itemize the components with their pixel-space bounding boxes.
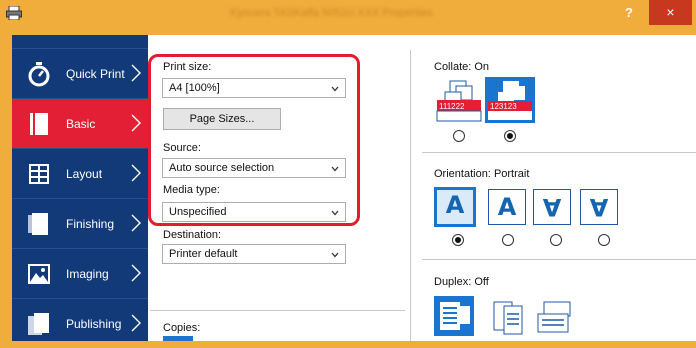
image-icon [28,264,50,284]
collate-off-radio[interactable] [453,130,465,142]
sidebar-item-label: Quick Print [66,67,125,81]
sidebar-item-label: Imaging [66,267,109,281]
sidebar-item-layout[interactable]: Layout [12,148,148,198]
finishing-icon [28,213,48,235]
sidebar: Quick Print Basic Layout Finishing Imagi… [12,35,148,341]
orientation-rotated-portrait-button[interactable]: A [533,189,571,225]
orientation-landscape-button[interactable]: A [488,189,526,225]
sidebar-item-basic[interactable]: Basic [12,98,148,148]
copies-spinner[interactable] [163,336,193,341]
sidebar-item-label: Basic [66,117,96,131]
window-title: Kyocera TASKalfa 5052ci XXX Properties [230,7,433,19]
collate-on-radio[interactable] [504,130,516,142]
chevron-right-icon [131,264,141,282]
orientation-portrait-button[interactable]: A [434,187,476,227]
publishing-icon [28,313,49,335]
callout-highlight [148,54,360,226]
collate-label: Collate: On [434,61,490,73]
close-button[interactable]: × [649,0,692,25]
stopwatch-icon [28,62,50,87]
printer-icon [6,6,22,20]
chevron-right-icon [131,164,141,182]
copies-label: Copies: [163,322,201,334]
collate-on-text: 123123 [490,102,517,111]
divider [422,259,696,260]
duplex-label: Duplex: Off [434,276,489,288]
layout-grid-icon [29,164,49,184]
orientation-portrait-radio[interactable] [452,234,464,246]
chevron-right-icon [131,214,141,232]
destination-label: Destination: [163,229,222,241]
collate-value: On [474,61,490,73]
duplex-off-icon[interactable] [434,296,474,336]
duplex-short-edge-icon[interactable] [536,300,574,336]
sidebar-item-label: Layout [66,167,103,181]
orientation-label: Orientation: Portrait [434,168,530,180]
divider [422,152,696,153]
orientation-rotated-portrait-radio[interactable] [550,234,562,246]
sidebar-item-quick-print[interactable]: Quick Print [12,48,148,98]
collate-off-icon[interactable]: 111222 [436,80,482,122]
orientation-rotated-landscape-radio[interactable] [598,234,610,246]
sidebar-item-imaging[interactable]: Imaging [12,248,148,298]
orientation-rotated-landscape-button[interactable]: A [580,189,618,225]
divider [150,310,405,311]
column-divider [410,50,411,341]
chevron-right-icon [131,64,141,82]
orientation-landscape-radio[interactable] [502,234,514,246]
title-bar: Kyocera TASKalfa 5052ci XXX Properties ?… [0,0,696,28]
collate-on-icon[interactable]: 123123 [485,77,535,123]
sidebar-item-label: Finishing [66,217,115,231]
document-icon [30,113,48,135]
destination-value: Printer default [169,248,238,260]
chevron-down-icon [331,252,339,258]
destination-select[interactable]: Printer default [162,244,346,264]
sidebar-item-label: Publishing [66,317,122,331]
help-button[interactable]: ? [618,3,640,23]
duplex-value: Off [474,276,489,288]
sidebar-item-finishing[interactable]: Finishing [12,198,148,248]
chevron-right-icon [131,114,141,132]
orientation-value: Portrait [493,168,530,180]
duplex-long-edge-icon[interactable] [490,300,528,336]
collate-off-text: 111222 [439,102,465,111]
chevron-right-icon [131,314,141,332]
